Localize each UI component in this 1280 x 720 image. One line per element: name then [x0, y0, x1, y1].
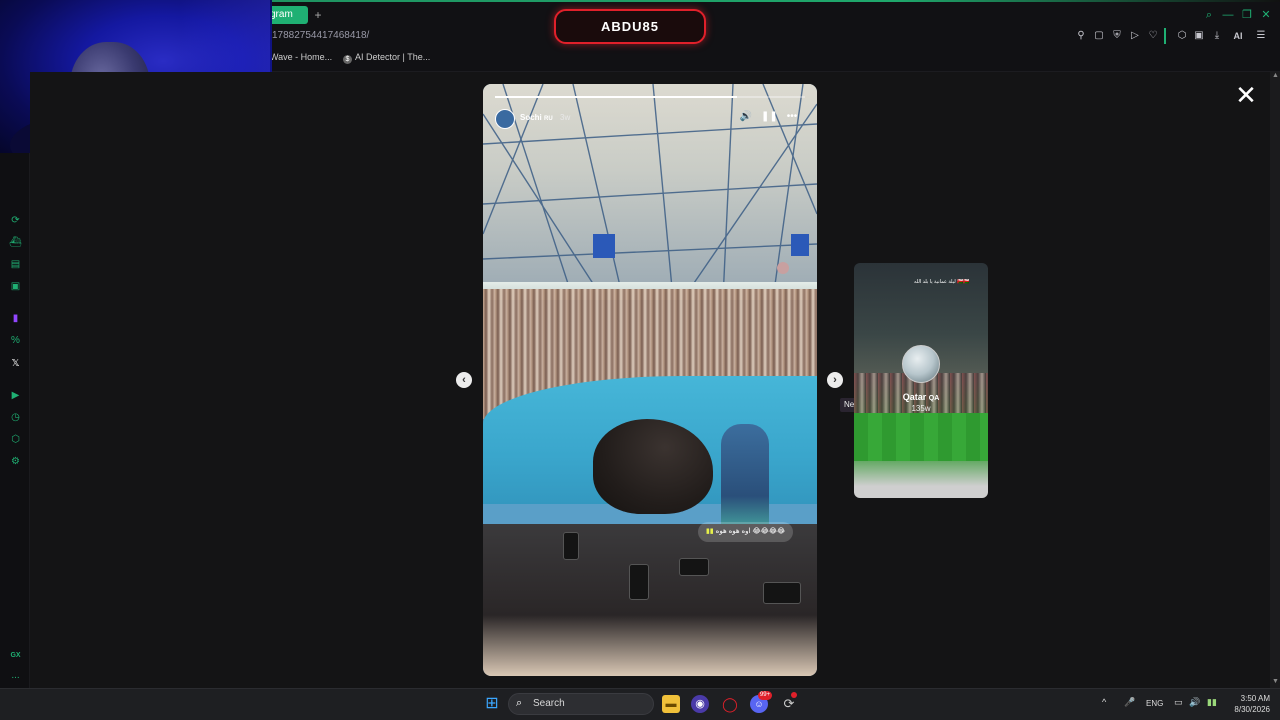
- story-avatar[interactable]: [495, 109, 515, 129]
- toolbar-divider: [1164, 28, 1166, 44]
- battery-icon[interactable]: ▮▮: [1207, 697, 1217, 708]
- phone-recording: [563, 532, 579, 560]
- menu-icon[interactable]: ☰: [1255, 30, 1267, 42]
- x-icon[interactable]: 𝕏: [9, 357, 22, 370]
- app-icon[interactable]: ◉: [691, 695, 709, 713]
- percent-icon[interactable]: %: [9, 334, 22, 347]
- new-tab-button[interactable]: +: [312, 6, 324, 24]
- phone-recording: [679, 558, 709, 576]
- story-location-tag: RU: [544, 116, 553, 122]
- taskbar-clock-time[interactable]: 3:50 AM: [1232, 694, 1270, 703]
- ai-detector-icon: $: [343, 55, 352, 64]
- volume-icon[interactable]: 🔊: [1189, 697, 1200, 708]
- shield-icon[interactable]: ⛨: [1111, 30, 1123, 42]
- tray-overflow-icon[interactable]: ^: [1102, 697, 1106, 707]
- extensions-icon[interactable]: ⬡: [1176, 30, 1188, 42]
- messenger-icon[interactable]: ▣: [9, 280, 22, 293]
- address-bar-url[interactable]: 17882754417468418/: [272, 30, 369, 41]
- gx-logo[interactable]: GX: [9, 649, 22, 662]
- taskbar-clock-date[interactable]: 8/30/2026: [1222, 705, 1270, 714]
- bookmark-label: Wave - Home...: [270, 52, 333, 62]
- bookmark-label: AI Detector | The...: [355, 52, 431, 62]
- next-story-avatar: [902, 345, 940, 383]
- streamer-brand-badge: ABDU85: [554, 9, 706, 44]
- file-explorer-icon[interactable]: ▬: [662, 695, 680, 713]
- story-progress-bar: [495, 96, 805, 98]
- wallet-icon[interactable]: ▤: [9, 258, 22, 271]
- taskbar-search-box[interactable]: [508, 693, 654, 715]
- phone-recording: [763, 582, 801, 604]
- story-username[interactable]: Sochi RU: [520, 113, 553, 122]
- football-pitch: [854, 413, 988, 461]
- minimize-icon[interactable]: —: [1221, 8, 1235, 22]
- scroll-down-arrow[interactable]: ▼: [1272, 678, 1279, 685]
- close-window-icon[interactable]: ✕: [1259, 8, 1273, 22]
- previous-story-button[interactable]: ‹: [456, 372, 472, 388]
- ship-icon[interactable]: ⛴: [9, 236, 22, 249]
- ai-icon[interactable]: AI: [1229, 30, 1247, 42]
- opera-gx-icon[interactable]: ◯: [721, 695, 739, 713]
- network-icon[interactable]: ▭: [1174, 697, 1183, 708]
- sound-wave-icon: ▮▮: [706, 528, 714, 535]
- restore-icon[interactable]: ❐: [1240, 8, 1254, 22]
- scroll-up-arrow[interactable]: ▲: [1272, 72, 1279, 79]
- next-story-location-tag: QA: [928, 395, 940, 402]
- taskbar-search-label: Search: [533, 698, 565, 709]
- send-icon[interactable]: ▷: [1129, 30, 1141, 42]
- bookmark-wave[interactable]: Wave - Home...: [270, 52, 332, 62]
- phone-recording: [629, 564, 649, 600]
- language-indicator[interactable]: ENG: [1146, 699, 1163, 708]
- alert-dot: [791, 692, 797, 698]
- browser-sidebar: ⟳ ⛴ ▤ ▣ ▮ % 𝕏 ▶ ◷ ⬡ ⚙ GX ...: [0, 153, 30, 688]
- next-story-username-text: Qatar: [902, 392, 927, 402]
- story-caption-text: اوه هوه هوه 😂😂😂😂: [715, 528, 786, 535]
- next-story-caption: ليلة عمانية يا بلد الله 🇴🇲🇴🇲: [914, 279, 970, 285]
- pause-icon[interactable]: ❚❚: [761, 110, 778, 124]
- more-options-icon[interactable]: •••: [785, 110, 799, 124]
- settings-icon[interactable]: ⚙: [9, 455, 22, 468]
- microphone-icon[interactable]: 🎤: [1124, 697, 1135, 708]
- mute-icon[interactable]: 🔊: [739, 110, 753, 124]
- windows-start-icon[interactable]: ⊞: [483, 695, 501, 713]
- story-media[interactable]: Sochi RU 3w 🔊 ❚❚ ••• ▮▮ اوه هوه هوه 😂😂😂😂: [483, 84, 817, 676]
- next-story-username: Qatar QA: [854, 392, 988, 402]
- story-progress-fill: [495, 96, 737, 98]
- next-story-button[interactable]: ›: [827, 372, 843, 388]
- play-icon[interactable]: ▶: [9, 389, 22, 402]
- ai-label: AI: [1233, 31, 1243, 41]
- next-story-preview[interactable]: ليلة عمانية يا بلد الله 🇴🇲🇴🇲 Qatar QA 13…: [854, 263, 988, 498]
- history-icon[interactable]: ◷: [9, 411, 22, 424]
- bookmark-ai-detector[interactable]: $ AI Detector | The...: [343, 52, 430, 64]
- pin-icon[interactable]: ⚲: [1075, 30, 1087, 42]
- close-story-button[interactable]: ✕: [1234, 82, 1258, 108]
- search-icon[interactable]: ⌕: [1202, 8, 1216, 22]
- story-caption: ▮▮ اوه هوه هوه 😂😂😂😂: [698, 522, 794, 542]
- twitch-icon[interactable]: ▮: [9, 312, 22, 325]
- heart-icon[interactable]: ♡: [1147, 30, 1159, 42]
- chatgpt-icon[interactable]: ⟳: [9, 214, 22, 227]
- notification-badge: 99+: [758, 691, 772, 700]
- search-icon: ⌕: [516, 697, 523, 709]
- next-story-time: 135w: [911, 404, 931, 413]
- download-icon[interactable]: ⤓: [1211, 30, 1223, 42]
- extensions-icon[interactable]: ⬡: [9, 433, 22, 446]
- more-icon[interactable]: ...: [9, 669, 22, 682]
- screenshot-icon[interactable]: ▢: [1093, 30, 1105, 42]
- wallet-icon[interactable]: ▣: [1193, 30, 1205, 42]
- page-scrollbar[interactable]: [1270, 72, 1280, 688]
- story-username-text: Sochi: [520, 113, 542, 122]
- story-time-ago: 3w: [560, 113, 571, 122]
